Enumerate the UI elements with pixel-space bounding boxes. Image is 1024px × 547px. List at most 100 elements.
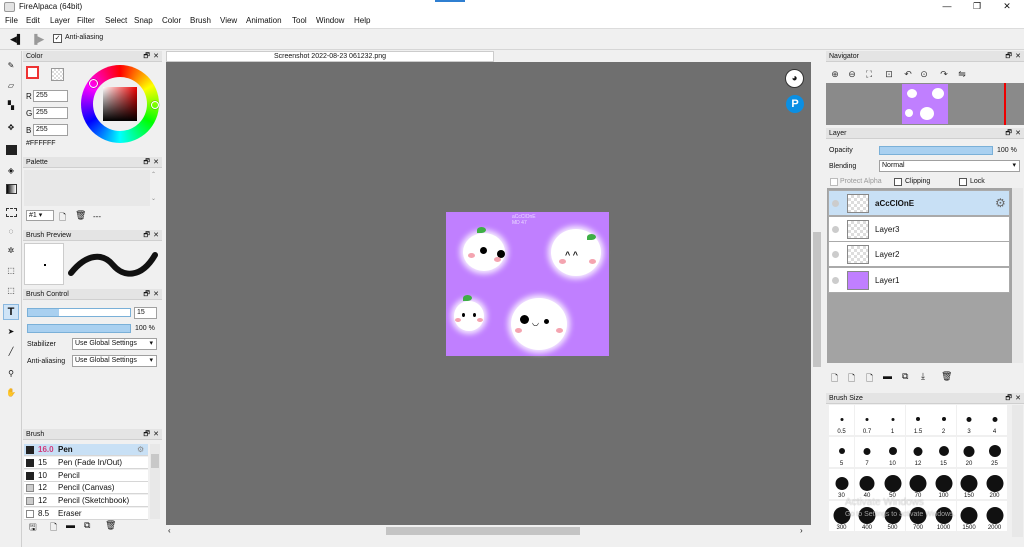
- protect-alpha-checkbox[interactable]: [830, 178, 838, 186]
- brush-item-pen-fade[interactable]: 15 Pen (Fade In/Out): [24, 457, 148, 469]
- brush-item-pencil-canvas[interactable]: 12 Pencil (Canvas): [24, 482, 148, 494]
- b-input[interactable]: 255: [33, 124, 68, 136]
- palette-scroll-down[interactable]: ⌄: [151, 195, 156, 202]
- brush-list-scrollbar[interactable]: [150, 444, 160, 519]
- menu-color[interactable]: Color: [162, 16, 181, 25]
- new-palette-icon[interactable]: 🗋: [59, 210, 66, 226]
- rotate-right-icon[interactable]: ↷: [939, 69, 949, 79]
- document-tab[interactable]: Screenshot 2022-08-23 061232.png: [166, 51, 494, 62]
- pen-tool-icon[interactable]: ✎: [3, 57, 19, 73]
- menu-file[interactable]: File: [5, 16, 18, 25]
- hue-handle[interactable]: [151, 101, 159, 109]
- background-color-swatch[interactable]: [51, 68, 64, 81]
- palette-selector[interactable]: #1 ▾: [26, 210, 54, 221]
- lock-checkbox[interactable]: [959, 178, 967, 186]
- brush-save-icon[interactable]: 🖫: [29, 520, 37, 536]
- delete-palette-icon[interactable]: 🗑: [75, 210, 86, 221]
- r-input[interactable]: 255: [33, 90, 68, 102]
- brush-settings-gear-icon[interactable]: ⚙: [137, 445, 144, 454]
- divide-tool-icon[interactable]: ╱: [3, 343, 19, 359]
- magic-wand-tool-icon[interactable]: ✲: [3, 242, 19, 258]
- layer-row-layer2[interactable]: Layer2: [828, 241, 1010, 267]
- duplicate-layer-icon[interactable]: ⧉: [902, 371, 908, 382]
- zoom-out-icon[interactable]: ⊖: [847, 69, 857, 79]
- hand-tool-icon[interactable]: ✋: [3, 384, 19, 400]
- brush-size-cell[interactable]: 1.5: [905, 405, 931, 435]
- color-wheel[interactable]: [81, 65, 159, 143]
- select-eraser-tool-icon[interactable]: ⬚: [3, 282, 19, 298]
- duplicate-brush-icon[interactable]: ⧉: [84, 520, 90, 531]
- saturation-value-square[interactable]: [103, 87, 137, 121]
- brush-size-cell[interactable]: 3: [956, 405, 982, 435]
- menu-select[interactable]: Select: [105, 16, 127, 25]
- brush-aa-select[interactable]: Use Global Settings ▾: [72, 355, 157, 367]
- pixiv-icon[interactable]: P: [786, 95, 804, 113]
- brush-item-pen[interactable]: 16.0 Pen ⚙: [24, 444, 148, 456]
- merge-down-icon[interactable]: ⤓: [921, 371, 925, 382]
- operation-tool-icon[interactable]: ➤: [3, 323, 19, 339]
- brush-size-cell[interactable]: 1500: [956, 501, 982, 531]
- flip-icon[interactable]: ⇋: [957, 69, 967, 79]
- brush-size-cell[interactable]: 20: [956, 437, 982, 467]
- brush-item-pencil[interactable]: 10 Pencil: [24, 470, 148, 482]
- brush-item-eraser[interactable]: 8.5 Eraser: [24, 508, 148, 520]
- menu-filter[interactable]: Filter: [77, 16, 95, 25]
- menu-snap[interactable]: Snap: [134, 16, 153, 25]
- palette-swatches[interactable]: [24, 170, 150, 206]
- layer-list-scrollbar[interactable]: [1012, 188, 1023, 363]
- layer-row-layer3[interactable]: Layer3: [828, 216, 1010, 242]
- brush-size-input[interactable]: 15: [134, 307, 157, 319]
- restore-button[interactable]: ❐: [962, 0, 992, 14]
- fit-icon[interactable]: ⛶: [864, 69, 874, 79]
- delete-brush-icon[interactable]: 🗑: [105, 520, 116, 531]
- eraser-tool-icon[interactable]: ▱: [3, 77, 19, 93]
- brush-size-cell[interactable]: 25: [982, 437, 1007, 467]
- g-input[interactable]: 255: [33, 107, 68, 119]
- brush-size-cell[interactable]: 2: [931, 405, 956, 435]
- lasso-tool-icon[interactable]: ◌: [3, 223, 19, 239]
- fill-rect-tool-icon[interactable]: [3, 142, 19, 158]
- layer-row-layer1[interactable]: Layer1: [828, 267, 1010, 293]
- minimize-button[interactable]: —: [932, 0, 962, 14]
- next-icon[interactable]: ▐▶: [31, 34, 44, 45]
- zoom-in-icon[interactable]: ⊕: [830, 69, 840, 79]
- brush-size-cell[interactable]: 40: [854, 469, 880, 499]
- stabilizer-select[interactable]: Use Global Settings ▾: [72, 338, 157, 350]
- brush-size-cell[interactable]: 30: [829, 469, 854, 499]
- palette-scroll-up[interactable]: ⌃: [151, 171, 156, 178]
- brush-size-scrollbar[interactable]: [1012, 405, 1023, 537]
- menu-brush[interactable]: Brush: [190, 16, 211, 25]
- brush-size-cell[interactable]: 5: [829, 437, 854, 467]
- close-button[interactable]: ✕: [992, 0, 1022, 14]
- dot-tool-icon[interactable]: ▚: [3, 97, 19, 113]
- brush-folder-icon[interactable]: ▬: [66, 520, 75, 530]
- alpaca-avatar-icon[interactable]: ◕: [785, 69, 804, 88]
- palette-more[interactable]: ---: [93, 212, 101, 221]
- rotate-left-icon[interactable]: ↶: [903, 69, 913, 79]
- eyedropper-tool-icon[interactable]: ⚲: [3, 365, 19, 381]
- new-8bit-layer-icon[interactable]: 🗋: [848, 371, 855, 387]
- actual-size-icon[interactable]: ⊡: [884, 69, 894, 79]
- brush-size-cell[interactable]: 0.5: [829, 405, 854, 435]
- brush-size-cell[interactable]: 1: [880, 405, 905, 435]
- brush-size-slider[interactable]: [27, 308, 131, 317]
- canvas-horizontal-scrollbar[interactable]: ‹ ›: [166, 525, 811, 537]
- menu-view[interactable]: View: [220, 16, 237, 25]
- bucket-tool-icon[interactable]: ◈: [3, 162, 19, 178]
- brush-size-cell[interactable]: 0.7: [854, 405, 880, 435]
- brush-size-cell[interactable]: 150: [956, 469, 982, 499]
- canvas-area[interactable]: aCcClOnE MD 47 ^ ^ ◡ ◕ P: [166, 62, 811, 525]
- clipping-checkbox[interactable]: [894, 178, 902, 186]
- layer-row-accclone[interactable]: aCcClOnE ⚙: [828, 190, 1010, 216]
- menu-edit[interactable]: Edit: [26, 16, 40, 25]
- brush-item-pencil-sketchbook[interactable]: 12 Pencil (Sketchbook): [24, 495, 148, 507]
- reset-rotation-icon[interactable]: ⊙: [919, 69, 929, 79]
- brush-size-cell[interactable]: 70: [905, 469, 931, 499]
- foreground-color-swatch[interactable]: [26, 66, 39, 79]
- menu-animation[interactable]: Animation: [246, 16, 282, 25]
- new-folder-icon[interactable]: ▬: [883, 371, 892, 381]
- move-tool-icon[interactable]: ✥: [3, 119, 19, 135]
- brush-size-cell[interactable]: 50: [880, 469, 905, 499]
- brush-opacity-slider[interactable]: [27, 324, 131, 333]
- menu-layer[interactable]: Layer: [50, 16, 70, 25]
